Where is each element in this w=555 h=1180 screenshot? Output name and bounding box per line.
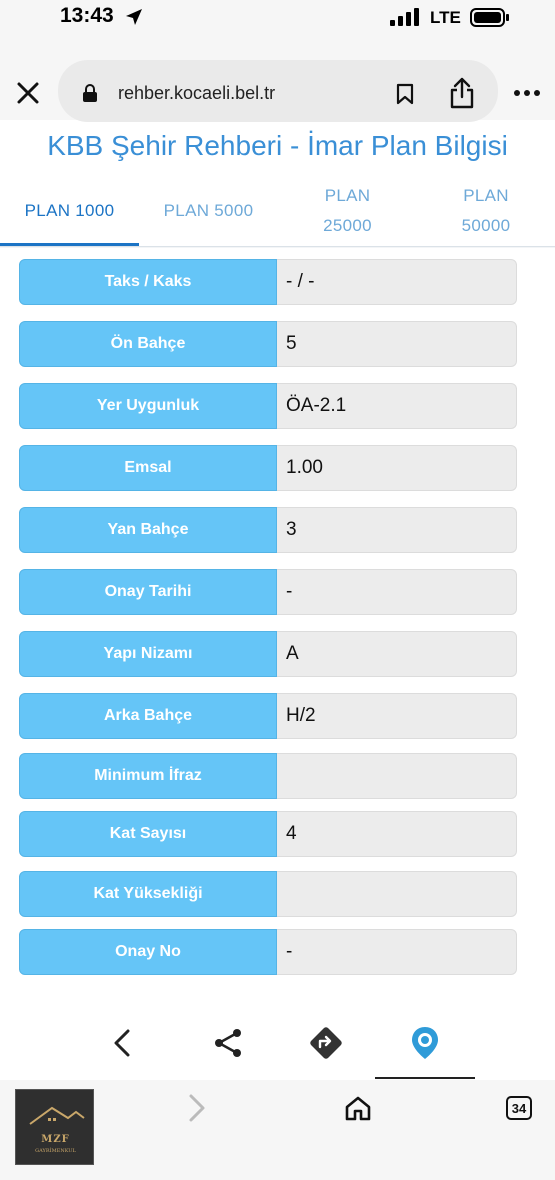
tab-label: PLAN 5000	[163, 201, 254, 220]
url-text[interactable]: rehber.kocaeli.bel.tr	[118, 83, 275, 104]
tab-label-line2: 50000	[461, 216, 511, 235]
location-arrow-icon	[126, 9, 142, 25]
signal-bars-icon	[390, 8, 419, 26]
tab-plan-5000[interactable]: PLAN 5000	[139, 175, 278, 247]
row-label: Kat Yüksekliği	[19, 871, 277, 917]
forward-icon[interactable]	[186, 1093, 208, 1123]
table-row: Taks / Kaks - / -	[19, 259, 517, 305]
row-value: 4	[277, 811, 517, 857]
table-row: Onay No -	[19, 929, 517, 975]
tabs-icon[interactable]: 34	[506, 1096, 532, 1120]
row-value: A	[277, 631, 517, 677]
app-bar-active-indicator	[375, 1077, 475, 1079]
mzf-logo: MZF GAYRİMENKUL	[15, 1089, 94, 1165]
logo-subtitle: GAYRİMENKUL	[35, 1148, 76, 1154]
tab-plan-25000[interactable]: PLAN 25000	[278, 175, 417, 247]
row-label: Yapı Nizamı	[19, 631, 277, 677]
table-row: Yer Uygunluk ÖA-2.1	[19, 383, 517, 429]
tab-plan-50000[interactable]: PLAN 50000	[417, 175, 555, 247]
battery-icon	[470, 8, 509, 27]
row-label: Yan Bahçe	[19, 507, 277, 553]
share-nodes-icon[interactable]	[210, 1025, 246, 1061]
row-label: Taks / Kaks	[19, 259, 277, 305]
logo-name: MZF	[41, 1134, 70, 1145]
row-value: ÖA-2.1	[277, 383, 517, 429]
row-value: -	[277, 569, 517, 615]
table-row: Yapı Nizamı A	[19, 631, 517, 677]
network-type: LTE	[430, 8, 461, 27]
plan-tabs: PLAN 1000 PLAN 5000 PLAN 25000 PLAN 5000…	[0, 175, 555, 247]
row-label: Yer Uygunluk	[19, 383, 277, 429]
row-label: Ön Bahçe	[19, 321, 277, 367]
house-roof-icon	[29, 1106, 85, 1125]
table-row: Emsal 1.00	[19, 445, 517, 491]
share-icon[interactable]	[449, 77, 475, 109]
row-value	[277, 753, 517, 799]
more-icon[interactable]	[514, 89, 540, 97]
row-value: 5	[277, 321, 517, 367]
tab-label-line2: 25000	[323, 216, 372, 235]
tab-label: PLAN	[324, 186, 371, 205]
row-label: Emsal	[19, 445, 277, 491]
row-value: H/2	[277, 693, 517, 739]
directions-icon[interactable]	[308, 1025, 344, 1061]
row-value: -	[277, 929, 517, 975]
location-pin-icon[interactable]	[407, 1025, 443, 1061]
row-value: 3	[277, 507, 517, 553]
row-label: Onay No	[19, 929, 277, 975]
status-time: 13:43	[60, 4, 114, 27]
home-icon[interactable]	[344, 1095, 372, 1121]
page-title: KBB Şehir Rehberi - İmar Plan Bilgisi	[47, 130, 508, 161]
tab-label: PLAN	[463, 186, 509, 205]
table-row: Yan Bahçe 3	[19, 507, 517, 553]
table-row: Kat Sayısı 4	[19, 811, 517, 857]
tab-plan-1000[interactable]: PLAN 1000	[0, 175, 139, 247]
table-row: Arka Bahçe H/2	[19, 693, 517, 739]
lock-icon	[83, 84, 97, 102]
close-icon[interactable]	[16, 81, 40, 105]
tabs-divider	[0, 246, 555, 248]
row-value	[277, 871, 517, 917]
row-label: Minimum İfraz	[19, 753, 277, 799]
row-label: Kat Sayısı	[19, 811, 277, 857]
row-label: Arka Bahçe	[19, 693, 277, 739]
table-row: Ön Bahçe 5	[19, 321, 517, 367]
row-label: Onay Tarihi	[19, 569, 277, 615]
back-chevron-icon[interactable]	[105, 1025, 141, 1061]
table-row: Minimum İfraz	[19, 753, 517, 799]
table-row: Onay Tarihi -	[19, 569, 517, 615]
status-bar: 13:43 LTE	[0, 0, 555, 40]
row-value: - / -	[277, 259, 517, 305]
table-row: Kat Yüksekliği	[19, 871, 517, 917]
app-bottom-bar	[0, 1005, 555, 1080]
bookmark-icon[interactable]	[396, 83, 414, 105]
tab-label: PLAN 1000	[24, 201, 115, 220]
row-value: 1.00	[277, 445, 517, 491]
